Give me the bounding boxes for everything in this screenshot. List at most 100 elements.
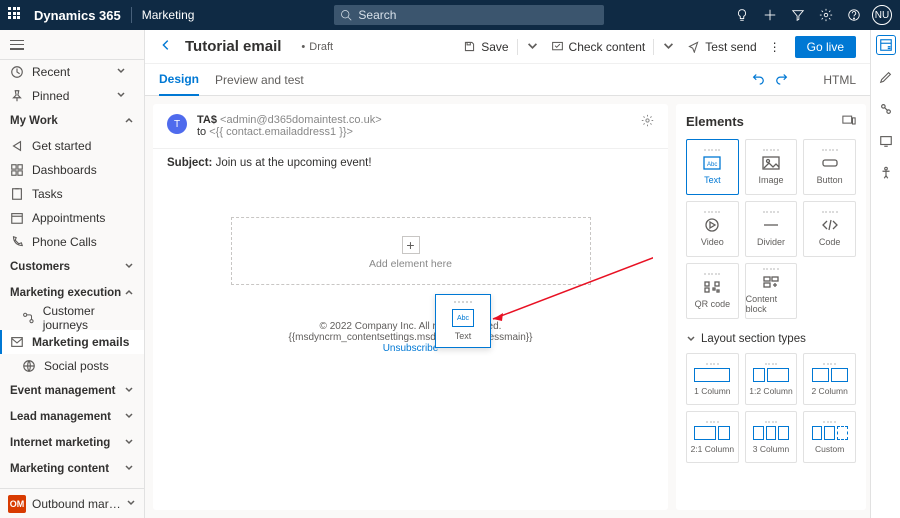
element-divider[interactable]: Divider (745, 201, 798, 257)
search-placeholder: Search (358, 8, 396, 22)
elements-panel: Elements AbcText Image Button Video Divi… (676, 104, 866, 510)
sidebar-group-label: Event management (10, 385, 115, 397)
sidebar-pinned[interactable]: Pinned (0, 84, 144, 108)
check-split[interactable] (656, 36, 681, 58)
text-icon: Abc (452, 309, 474, 327)
sidebar-group-marketing-execution[interactable]: Marketing execution (0, 280, 144, 306)
chevron-down-icon (124, 261, 134, 274)
sidebar-item-label: Tasks (32, 187, 63, 201)
card-label: 1:2 Column (749, 386, 792, 396)
sidebar-collapse[interactable] (0, 30, 144, 60)
app-launcher-icon[interactable] (8, 7, 24, 23)
unsubscribe-link[interactable]: Unsubscribe (153, 343, 668, 354)
chevron-up-icon (124, 115, 134, 128)
tabstrip: Design Preview and test HTML (145, 64, 870, 96)
layout-1-column[interactable]: 1 Column (686, 353, 739, 405)
rail-styles-icon[interactable] (877, 68, 895, 86)
sidebar-group-marketing-content[interactable]: Marketing content (0, 456, 144, 482)
layout-section-header[interactable]: Layout section types (686, 333, 856, 345)
test-send-button[interactable]: Test send (681, 36, 762, 58)
text-icon: Abc (702, 155, 722, 171)
rail-accessibility-icon[interactable] (877, 164, 895, 182)
sidebar-group-label: Marketing content (10, 463, 109, 475)
layout-1-2-column[interactable]: 1:2 Column (745, 353, 798, 405)
layout-2-1-column[interactable]: 2:1 Column (686, 411, 739, 463)
drop-prompt: Add element here (369, 258, 452, 270)
sidebar-group-lead-management[interactable]: Lead management (0, 404, 144, 430)
go-live-button[interactable]: Go live (795, 36, 856, 58)
tab-preview[interactable]: Preview and test (215, 64, 304, 96)
sidebar-item-label: Recent (32, 65, 70, 79)
sidebar-item-label: Pinned (32, 89, 69, 103)
layout-custom[interactable]: Custom (803, 411, 856, 463)
back-button[interactable] (159, 38, 173, 55)
sidebar-item-label: Customer journeys (43, 304, 134, 332)
image-icon (761, 155, 781, 171)
main-content: Tutorial email Draft Save Check content … (145, 30, 870, 518)
card-label: 2 Column (811, 386, 847, 396)
sidebar-item-social-posts[interactable]: Social posts (0, 354, 144, 378)
sidebar-item-get-started[interactable]: Get started (0, 134, 144, 158)
content-block-icon (761, 274, 781, 290)
dragged-text-element[interactable]: Abc Text (435, 294, 491, 348)
lightbulb-icon[interactable] (728, 0, 756, 30)
element-image[interactable]: Image (745, 139, 798, 195)
global-topbar: Dynamics 365 Marketing Search NU (0, 0, 900, 30)
plus-icon[interactable] (756, 0, 784, 30)
rail-toolbox-icon[interactable] (877, 36, 895, 54)
chevron-up-icon (124, 287, 134, 300)
qrcode-icon (702, 279, 722, 295)
element-qrcode[interactable]: QR code (686, 263, 739, 319)
rail-links-icon[interactable] (877, 100, 895, 118)
check-content-button[interactable]: Check content (545, 36, 652, 58)
tab-design[interactable]: Design (159, 64, 199, 96)
user-avatar[interactable]: NU (872, 5, 892, 25)
grip-icon (454, 301, 472, 305)
element-content-block[interactable]: Content block (745, 263, 798, 319)
layout-2-column[interactable]: 2 Column (803, 353, 856, 405)
drop-zone[interactable]: + Add element here (231, 217, 591, 285)
card-label: Content block (746, 294, 797, 314)
element-code[interactable]: Code (803, 201, 856, 257)
sidebar-item-customer-journeys[interactable]: Customer journeys (0, 306, 144, 330)
sidebar-group-event-management[interactable]: Event management (0, 378, 144, 404)
sidebar-item-label: Marketing emails (32, 335, 129, 349)
sidebar-item-phone-calls[interactable]: Phone Calls (0, 230, 144, 254)
sidebar-group-internet-marketing[interactable]: Internet marketing (0, 430, 144, 456)
right-rail (870, 30, 900, 518)
element-text[interactable]: AbcText (686, 139, 739, 195)
header-settings-icon[interactable] (641, 114, 654, 130)
area-badge: OM (8, 495, 26, 513)
element-button[interactable]: Button (803, 139, 856, 195)
layout-3-column[interactable]: 3 Column (745, 411, 798, 463)
cmd-label: Check content (569, 40, 646, 54)
sidebar-group-customers[interactable]: Customers (0, 254, 144, 280)
cmd-label: Save (481, 40, 508, 54)
code-icon (820, 217, 840, 233)
help-icon[interactable] (840, 0, 868, 30)
rail-preview-icon[interactable] (877, 132, 895, 150)
redo-button[interactable] (775, 71, 789, 88)
global-search[interactable]: Search (334, 5, 604, 25)
filter-icon[interactable] (784, 0, 812, 30)
sidebar-item-marketing-emails[interactable]: Marketing emails (0, 330, 144, 354)
save-button[interactable]: Save (457, 36, 514, 58)
devices-icon[interactable] (842, 114, 856, 129)
elements-title: Elements (686, 114, 856, 129)
area-switcher[interactable]: OM Outbound market… (0, 488, 144, 518)
undo-button[interactable] (751, 71, 765, 88)
html-toggle[interactable]: HTML (819, 73, 856, 87)
settings-gear-icon[interactable] (812, 0, 840, 30)
left-sidebar: Recent Pinned My Work Get started Dashbo… (0, 30, 145, 518)
element-video[interactable]: Video (686, 201, 739, 257)
email-header: T TA$ <admin@d365domaintest.co.uk> to <{… (153, 104, 668, 149)
more-commands[interactable]: ⋮ (763, 36, 787, 58)
sidebar-item-dashboards[interactable]: Dashboards (0, 158, 144, 182)
save-split[interactable] (520, 36, 545, 58)
sidebar-group-mywork[interactable]: My Work (0, 108, 144, 134)
email-canvas[interactable]: T TA$ <admin@d365domaintest.co.uk> to <{… (153, 104, 668, 510)
subject-line[interactable]: Subject: Join us at the upcoming event! (153, 149, 668, 177)
sidebar-item-tasks[interactable]: Tasks (0, 182, 144, 206)
sidebar-recent[interactable]: Recent (0, 60, 144, 84)
sidebar-item-appointments[interactable]: Appointments (0, 206, 144, 230)
